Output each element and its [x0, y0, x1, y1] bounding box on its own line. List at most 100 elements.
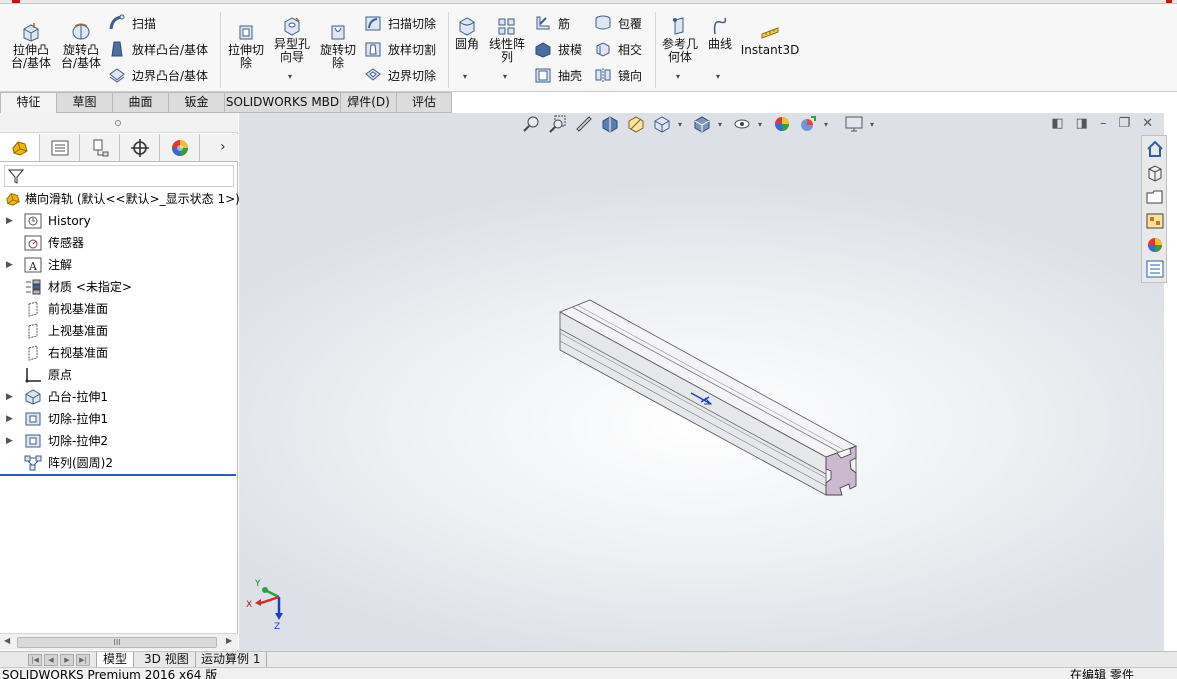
linear-pattern-dropdown-icon[interactable]: ▾	[503, 72, 507, 81]
wrap-icon	[595, 15, 611, 30]
triad-y-label: Y	[254, 579, 261, 589]
expand-arrow-icon[interactable]: ▶	[6, 386, 16, 408]
tab-evaluate[interactable]: 评估	[397, 92, 452, 113]
sweep-button[interactable]: 扫描	[108, 14, 156, 32]
first-tab-icon[interactable]: |◀	[28, 654, 42, 666]
tab-weldments[interactable]: 焊件(D)	[341, 92, 397, 113]
appearances-icon[interactable]	[1145, 235, 1165, 255]
design-library-icon[interactable]	[1145, 163, 1165, 183]
hole-wizard-label: 异型孔 向导	[273, 37, 310, 64]
tree-item[interactable]: 阵列(圆周)2	[0, 452, 238, 474]
reference-geometry-dropdown-icon[interactable]: ▾	[676, 72, 680, 81]
scrollbar-thumb[interactable]: III	[17, 637, 217, 648]
shell-button[interactable]: 抽壳	[534, 66, 582, 84]
loft-boss-button[interactable]: 放样凸台/基体	[108, 40, 208, 58]
tree-item[interactable]: 原点	[0, 364, 238, 386]
tab-features[interactable]: 特征	[0, 92, 57, 113]
reference-geometry-button[interactable]: 参考几 何体	[660, 16, 700, 64]
wrap-button[interactable]: 包覆	[594, 14, 642, 32]
tab-sheet-metal[interactable]: 钣金	[169, 92, 225, 113]
cut-extrude-icon	[24, 411, 42, 427]
crosshair-icon	[130, 138, 149, 157]
app-version-text: SOLIDWORKS Premium 2016 x64 版	[2, 668, 218, 679]
splitter-handle-icon[interactable]	[115, 120, 121, 126]
intersect-label: 相交	[618, 42, 643, 57]
instant3d-label: Instant3D	[740, 43, 800, 57]
display-manager-tab[interactable]	[160, 134, 200, 161]
prev-tab-icon[interactable]: ◀	[44, 654, 58, 666]
next-tab-icon[interactable]: ▶	[60, 654, 74, 666]
tree-item[interactable]: ▶ 切除-拉伸2	[0, 430, 238, 452]
rollback-bar[interactable]	[0, 474, 236, 476]
linear-pattern-button[interactable]: 线性阵 列	[486, 16, 528, 64]
curves-dropdown-icon[interactable]: ▾	[716, 72, 720, 81]
fillet-button[interactable]: 圆角	[452, 16, 482, 51]
lofted-cut-button[interactable]: 放样切割	[364, 40, 436, 58]
tab-mbd[interactable]: SOLIDWORKS MBD	[225, 92, 341, 113]
panel-splitter[interactable]	[0, 113, 238, 133]
tab-model[interactable]: 模型	[96, 652, 135, 668]
custom-properties-icon[interactable]	[1145, 259, 1165, 279]
expand-arrow-icon[interactable]: ▶	[6, 210, 16, 232]
tree-filter-field[interactable]	[4, 165, 234, 187]
fillet-dropdown-icon[interactable]: ▾	[463, 72, 467, 81]
tree-item[interactable]: 传感器	[0, 232, 238, 254]
tree-item[interactable]: ▶ 凸台-拉伸1	[0, 386, 238, 408]
property-manager-tab[interactable]	[40, 134, 80, 161]
linear-pattern-label: 线性阵 列	[488, 37, 525, 64]
instant3d-button[interactable]: Instant3D	[740, 22, 800, 57]
mirror-button[interactable]: 镜向	[594, 66, 642, 84]
file-explorer-icon[interactable]	[1145, 187, 1165, 207]
part-model-view[interactable]: Y X Z	[239, 113, 1163, 651]
extrude-cut-button[interactable]: 拉伸切 除	[226, 22, 266, 70]
intersect-icon	[596, 42, 610, 57]
feature-manager-tab[interactable]	[0, 134, 40, 161]
boundary-cut-button[interactable]: 边界切除	[364, 66, 436, 84]
extrude-boss-button[interactable]: 拉伸凸 台/基体	[10, 22, 52, 70]
tree-root-part[interactable]: 横向滑轨 (默认<<默认>_显示状态 1>)	[0, 188, 240, 210]
revolve-cut-button[interactable]: 旋转切 除	[318, 22, 358, 70]
expand-arrow-icon[interactable]: ▶	[6, 430, 16, 452]
tab-motion-study[interactable]: 运动算例 1	[195, 652, 268, 668]
tree-item[interactable]: ▶ A 注解	[0, 254, 238, 276]
view-palette-icon[interactable]	[1145, 211, 1165, 231]
hole-wizard-button[interactable]: 异型孔 向导	[272, 16, 312, 64]
tree-item[interactable]: 前视基准面	[0, 298, 238, 320]
tree-item[interactable]: 材质 <未指定>	[0, 276, 238, 298]
tree-item[interactable]: 右视基准面	[0, 342, 238, 364]
triad-z-icon	[275, 613, 283, 620]
scroll-left-icon[interactable]: ◀	[4, 636, 10, 645]
dimxpert-manager-tab[interactable]	[120, 134, 160, 161]
expand-arrow-icon[interactable]: ▶	[6, 408, 16, 430]
tree-item-label: 切除-拉伸2	[48, 434, 108, 448]
expand-arrow-icon[interactable]: ▶	[6, 254, 16, 276]
scroll-right-icon[interactable]: ▶	[226, 636, 232, 645]
intersect-button[interactable]: 相交	[594, 40, 642, 58]
tab-surfaces[interactable]: 曲面	[113, 92, 169, 113]
tree-item[interactable]: 上视基准面	[0, 320, 238, 342]
hole-wizard-dropdown-icon[interactable]: ▾	[288, 72, 292, 81]
tree-item[interactable]: ▶ 切除-拉伸1	[0, 408, 238, 430]
ribbon-separator	[220, 12, 221, 88]
configuration-manager-icon	[93, 139, 108, 156]
tree-item-label: History	[48, 214, 91, 228]
configuration-manager-tab[interactable]	[80, 134, 120, 161]
curves-button[interactable]: 曲线	[704, 16, 736, 51]
draft-button[interactable]: 拔模	[534, 40, 582, 58]
revolve-boss-button[interactable]: 旋转凸 台/基体	[60, 22, 102, 70]
solidworks-resources-icon[interactable]	[1145, 139, 1165, 159]
task-pane-tabs	[1141, 135, 1167, 283]
graphics-area[interactable]: ▾ ▾ ▾ ▾ ▾ ◧ ◨ – ❐ ✕ Y X Z	[239, 113, 1163, 651]
tab-3d-views[interactable]: 3D 视图	[138, 652, 196, 668]
swept-cut-button[interactable]: 扫描切除	[364, 14, 436, 32]
tab-sketch[interactable]: 草图	[57, 92, 113, 113]
close-button-fragment[interactable]	[1166, 0, 1172, 3]
revolve-boss-icon	[72, 23, 90, 40]
tree-item-label: 阵列(圆周)2	[48, 456, 113, 470]
boundary-boss-button[interactable]: 边界凸台/基体	[108, 66, 208, 84]
rib-button[interactable]: 筋	[534, 14, 570, 32]
tree-item[interactable]: ▶ History	[0, 210, 238, 232]
last-tab-icon[interactable]: ▶|	[76, 654, 90, 666]
tabs-scroll-right-icon[interactable]: ›	[220, 139, 226, 155]
tree-horizontal-scrollbar[interactable]: ◀ III ▶	[0, 633, 238, 650]
